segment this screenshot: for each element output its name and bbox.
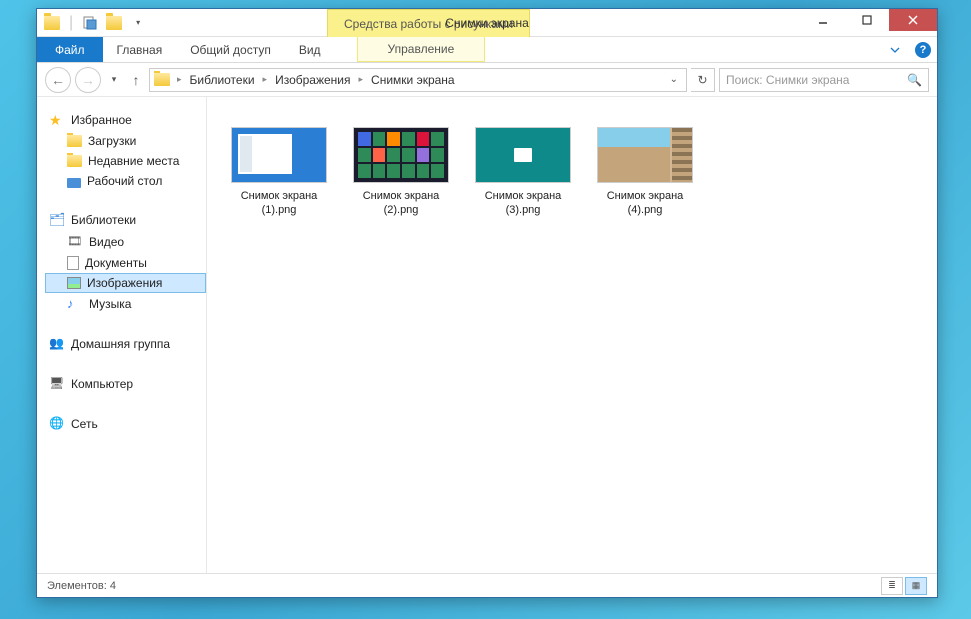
sidebar-item-label: Недавние места — [88, 154, 179, 168]
homegroup-icon: 👥 — [49, 336, 65, 352]
libraries-icon: 🗂 — [49, 212, 65, 228]
sidebar-item-desktop[interactable]: Рабочий стол — [45, 171, 206, 191]
folder-icon[interactable] — [43, 14, 61, 32]
sidebar-item-label: Домашняя группа — [71, 337, 170, 351]
body: ★ Избранное Загрузки Недавние места Рабоч… — [37, 97, 937, 573]
status-bar: Элементов: 4 ≣ ▦ — [37, 573, 937, 597]
file-name: Снимок экрана (3).png — [473, 189, 573, 218]
view-details-button[interactable]: ≣ — [881, 577, 903, 595]
breadcrumb-dropdown-icon[interactable]: ⌄ — [666, 74, 682, 85]
thumbnail-icon — [353, 127, 449, 183]
sidebar-item-music[interactable]: ♪ Музыка — [45, 293, 206, 315]
file-item[interactable]: Снимок экрана (4).png — [591, 123, 699, 222]
breadcrumb-item[interactable]: Библиотеки — [187, 73, 258, 87]
back-button[interactable]: ← — [45, 67, 71, 93]
computer-icon: 🖥 — [49, 376, 65, 392]
folder-icon — [67, 135, 82, 147]
music-icon: ♪ — [67, 296, 83, 312]
up-button[interactable]: ↑ — [127, 67, 145, 93]
sidebar-item-label: Видео — [89, 235, 124, 249]
maximize-button[interactable] — [845, 9, 889, 31]
quick-access-toolbar: | ▾ — [37, 14, 153, 32]
sidebar-item-label: Загрузки — [88, 134, 136, 148]
help-button[interactable]: ? — [909, 37, 937, 62]
sidebar-item-video[interactable]: 🎞 Видео — [45, 231, 206, 253]
sidebar-group-libraries: 🗂 Библиотеки 🎞 Видео Документы Изображения… — [45, 209, 206, 315]
breadcrumb-item[interactable]: Изображения — [272, 73, 353, 87]
breadcrumb-item[interactable]: Снимки экрана — [368, 73, 458, 87]
file-listing[interactable]: Снимок экрана (1).png Снимок экрана (2).… — [207, 97, 937, 573]
ribbon-tabs: Файл Главная Общий доступ Вид Управление… — [37, 37, 937, 63]
breadcrumb[interactable]: ▸ Библиотеки ▸ Изображения ▸ Снимки экра… — [149, 68, 687, 92]
view-thumbnails-button[interactable]: ▦ — [905, 577, 927, 595]
sidebar-item-label: Избранное — [71, 113, 132, 127]
sidebar-item-label: Библиотеки — [71, 213, 136, 227]
sidebar-item-documents[interactable]: Документы — [45, 253, 206, 273]
sidebar-favorites[interactable]: ★ Избранное — [45, 109, 206, 131]
qat-dropdown-icon[interactable]: ▾ — [129, 14, 147, 32]
sidebar-item-label: Музыка — [89, 297, 131, 311]
properties-icon[interactable] — [81, 14, 99, 32]
file-tab[interactable]: Файл — [37, 37, 103, 62]
thumbnail-icon — [597, 127, 693, 183]
sidebar-group-network: 🌐 Сеть — [45, 413, 206, 435]
forward-button[interactable]: → — [75, 67, 101, 93]
document-icon — [67, 256, 79, 270]
sidebar-libraries[interactable]: 🗂 Библиотеки — [45, 209, 206, 231]
file-name: Снимок экрана (1).png — [229, 189, 329, 218]
explorer-window: | ▾ Средства работы с рисунками Снимки э… — [36, 8, 938, 598]
chevron-right-icon[interactable]: ▸ — [260, 74, 271, 85]
thumbnail-icon — [231, 127, 327, 183]
sidebar-item-label: Рабочий стол — [87, 174, 162, 188]
tab-share[interactable]: Общий доступ — [176, 37, 285, 62]
video-icon: 🎞 — [67, 234, 83, 250]
window-controls — [801, 9, 937, 31]
tab-view[interactable]: Вид — [285, 37, 335, 62]
sidebar-group-favorites: ★ Избранное Загрузки Недавние места Рабоч… — [45, 109, 206, 191]
file-item[interactable]: Снимок экрана (3).png — [469, 123, 577, 222]
separator: | — [69, 14, 73, 32]
sidebar-item-recent[interactable]: Недавние места — [45, 151, 206, 171]
ribbon-expand-button[interactable] — [881, 37, 909, 62]
minimize-button[interactable] — [801, 9, 845, 31]
sidebar-item-label: Изображения — [87, 276, 162, 290]
folder-icon — [154, 73, 170, 86]
thumbnail-icon — [475, 127, 571, 183]
tab-manage[interactable]: Управление — [357, 37, 486, 62]
folder-icon — [67, 155, 82, 167]
search-placeholder: Поиск: Снимки экрана — [726, 73, 849, 87]
sidebar-group-computer: 🖥 Компьютер — [45, 373, 206, 395]
network-icon: 🌐 — [49, 416, 65, 432]
file-name: Снимок экрана (4).png — [595, 189, 695, 218]
chevron-right-icon[interactable]: ▸ — [356, 74, 367, 85]
close-button[interactable] — [889, 9, 937, 31]
pictures-icon — [67, 277, 81, 289]
desktop-icon — [67, 178, 81, 188]
search-icon: 🔍 — [907, 73, 922, 87]
search-input[interactable]: Поиск: Снимки экрана 🔍 — [719, 68, 929, 92]
sidebar-group-homegroup: 👥 Домашняя группа — [45, 333, 206, 355]
sidebar-item-downloads[interactable]: Загрузки — [45, 131, 206, 151]
file-name: Снимок экрана (2).png — [351, 189, 451, 218]
refresh-button[interactable]: ↻ — [691, 68, 715, 92]
sidebar-computer[interactable]: 🖥 Компьютер — [45, 373, 206, 395]
window-title: Снимки экрана — [445, 16, 529, 30]
sidebar-network[interactable]: 🌐 Сеть — [45, 413, 206, 435]
sidebar-homegroup[interactable]: 👥 Домашняя группа — [45, 333, 206, 355]
address-bar: ← → ▾ ↑ ▸ Библиотеки ▸ Изображения ▸ Сни… — [37, 63, 937, 97]
history-dropdown-icon[interactable]: ▾ — [105, 67, 123, 93]
file-item[interactable]: Снимок экрана (1).png — [225, 123, 333, 222]
sidebar-item-label: Документы — [85, 256, 147, 270]
new-folder-icon[interactable] — [105, 14, 123, 32]
file-item[interactable]: Снимок экрана (2).png — [347, 123, 455, 222]
star-icon: ★ — [49, 112, 65, 128]
sidebar-item-label: Компьютер — [71, 377, 133, 391]
tab-home[interactable]: Главная — [103, 37, 177, 62]
titlebar[interactable]: | ▾ Средства работы с рисунками Снимки э… — [37, 9, 937, 37]
navigation-pane: ★ Избранное Загрузки Недавние места Рабоч… — [37, 97, 207, 573]
item-count: Элементов: 4 — [47, 580, 116, 592]
sidebar-item-label: Сеть — [71, 417, 98, 431]
chevron-right-icon[interactable]: ▸ — [174, 74, 185, 85]
sidebar-item-pictures[interactable]: Изображения — [45, 273, 206, 293]
